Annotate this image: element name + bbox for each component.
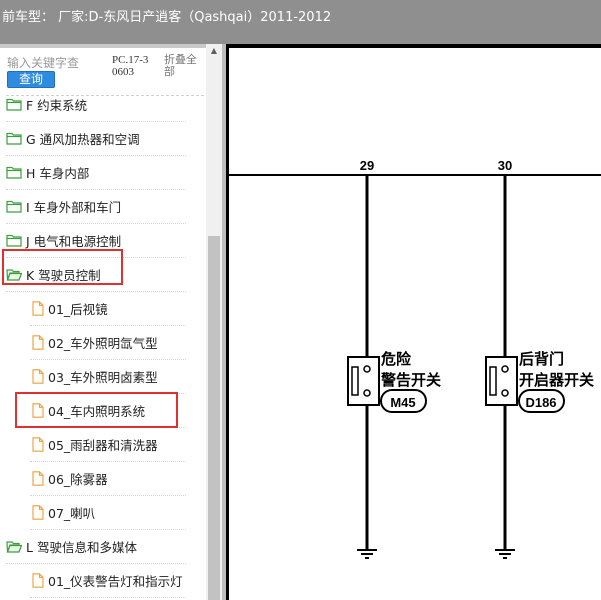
- tree-item-label: F 约束系统: [26, 98, 88, 113]
- tree-item-label: L 驾驶信息和多媒体: [26, 540, 137, 555]
- terminal: [363, 389, 371, 397]
- circuit: 30 后背门开启器开关 D186: [485, 158, 594, 559]
- folder-icon: [6, 132, 22, 145]
- tree-item-label: 02_车外照明氙气型: [48, 336, 158, 351]
- tree-item-label: J 电气和电源控制: [26, 234, 122, 249]
- tree-item[interactable]: 04_车内照明系统: [30, 394, 186, 428]
- tree-item[interactable]: 05_雨刮器和清洗器: [30, 428, 186, 462]
- document-icon: [32, 471, 44, 486]
- collapse-all-button[interactable]: 折叠全部: [164, 54, 202, 78]
- folder-icon: [6, 166, 22, 179]
- window-title: 前车型： 厂家:D-东风日产逍客（Qashqai）2011-2012: [2, 10, 332, 25]
- switch-contact: [489, 366, 497, 396]
- tree-folder[interactable]: I 车身外部和车门: [6, 190, 186, 224]
- search-input[interactable]: [7, 56, 105, 70]
- tree-folder[interactable]: H 车身内部: [6, 156, 186, 190]
- folder-open-icon: [6, 269, 22, 281]
- tree-item-label: K 驾驶员控制: [26, 268, 101, 283]
- switch-contact: [351, 366, 359, 396]
- tree-item[interactable]: 03_车外照明卤素型: [30, 360, 186, 394]
- folder-icon: [6, 98, 22, 111]
- document-icon: [32, 505, 44, 520]
- circuit-number: 30: [498, 158, 512, 173]
- component-name: 警告开关: [380, 371, 441, 389]
- component-name: 后背门: [519, 350, 564, 368]
- scroll-up-arrow-icon[interactable]: ▲: [206, 44, 222, 58]
- tree-item-label: 01_仪表警告灯和指示灯: [48, 574, 183, 589]
- tree-folder[interactable]: K 驾驶员控制: [6, 258, 186, 292]
- sidebar: 查询 PC.17-30603 折叠全部 F 约束系统 G 通风加热器和空调 H 车身…: [0, 48, 222, 600]
- connector-code: D186: [525, 395, 556, 410]
- circuit-number: 29: [360, 158, 374, 173]
- connector-code: M45: [390, 395, 415, 410]
- tree-item-label: 03_车外照明卤素型: [48, 370, 158, 385]
- tree-folder[interactable]: L 驾驶信息和多媒体: [6, 530, 186, 564]
- tree-item[interactable]: 07_喇叭: [30, 496, 186, 530]
- folder-icon: [6, 200, 22, 213]
- document-icon: [32, 369, 44, 384]
- tree-item-label: 05_雨刮器和清洗器: [48, 438, 158, 453]
- tree-item-label: I 车身外部和车门: [26, 200, 122, 215]
- folder-open-icon: [6, 541, 22, 553]
- doc-code: PC.17-30603: [112, 54, 149, 78]
- terminal: [501, 389, 509, 397]
- tree-item-label: 04_车内照明系统: [48, 404, 146, 419]
- tree-folder[interactable]: F 约束系统: [6, 88, 186, 122]
- component-name: 危险: [381, 350, 412, 368]
- scroll-thumb[interactable]: [208, 236, 220, 600]
- wiring-diagram: 29 危险警告开关 M45 30 后背门开启器开关 D186: [229, 48, 601, 600]
- circuit: 29 危险警告开关 M45: [347, 158, 441, 559]
- document-icon: [32, 573, 44, 588]
- document-icon: [32, 403, 44, 418]
- document-icon: [32, 335, 44, 350]
- sidebar-scrollbar[interactable]: ▲: [206, 44, 222, 600]
- tree-item-label: 01_后视镜: [48, 302, 108, 317]
- tree-item-label: 06_除雾器: [48, 472, 108, 487]
- tree-folder[interactable]: G 通风加热器和空调: [6, 122, 186, 156]
- tree-item-label: H 车身内部: [26, 166, 90, 181]
- folder-icon: [6, 234, 22, 247]
- tree-item[interactable]: 06_除雾器: [30, 462, 186, 496]
- terminal: [501, 365, 509, 373]
- component-name: 开启器开关: [519, 371, 594, 389]
- tree-item[interactable]: 01_后视镜: [30, 292, 186, 326]
- tree-folder[interactable]: J 电气和电源控制: [6, 224, 186, 258]
- title-bar: 前车型： 厂家:D-东风日产逍客（Qashqai）2011-2012: [0, 0, 601, 44]
- search-button[interactable]: 查询: [7, 71, 55, 88]
- tree-item[interactable]: 02_车外照明氙气型: [30, 326, 186, 360]
- document-icon: [32, 437, 44, 452]
- tree-item-label: 07_喇叭: [48, 506, 96, 521]
- tree-item[interactable]: 01_仪表警告灯和指示灯: [30, 564, 186, 598]
- document-icon: [32, 301, 44, 316]
- tree-item-label: G 通风加热器和空调: [26, 132, 140, 147]
- terminal: [363, 365, 371, 373]
